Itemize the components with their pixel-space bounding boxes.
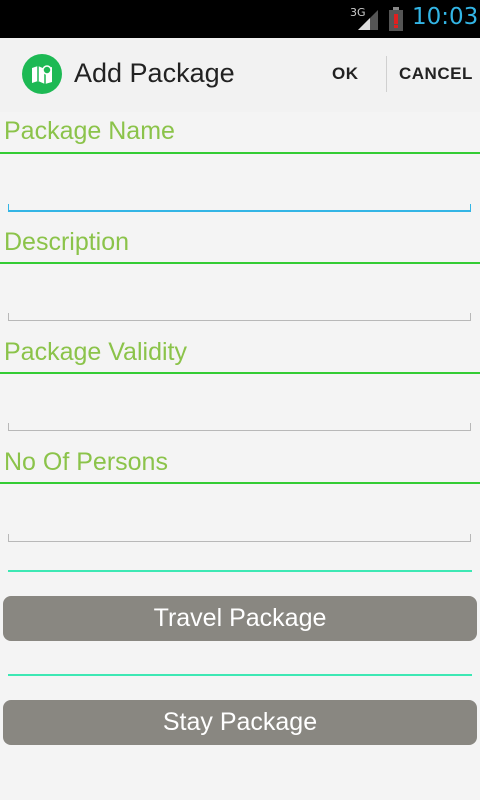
package-name-input[interactable] — [8, 204, 471, 212]
action-bar: Add Package OK CANCEL — [0, 38, 480, 112]
signal-icon — [356, 8, 378, 35]
section-divider — [0, 482, 480, 484]
clock: 10:03 — [412, 4, 479, 30]
cancel-button[interactable]: CANCEL — [399, 64, 473, 84]
description-label: Description — [4, 228, 130, 256]
no-of-persons-label: No Of Persons — [4, 448, 168, 476]
section-divider — [0, 262, 480, 264]
action-divider — [386, 56, 387, 92]
map-icon — [22, 54, 62, 94]
description-input[interactable] — [8, 313, 471, 321]
status-bar: 3G 10:03 — [0, 0, 480, 38]
stay-package-button[interactable]: Stay Package — [3, 700, 477, 745]
section-divider — [0, 152, 480, 154]
no-of-persons-input[interactable] — [8, 534, 471, 542]
package-name-label: Package Name — [4, 117, 175, 145]
separator-line — [8, 674, 472, 676]
package-validity-input[interactable] — [8, 423, 471, 431]
package-validity-label: Package Validity — [4, 338, 187, 366]
separator-line — [8, 570, 472, 572]
page-title: Add Package — [74, 58, 235, 88]
ok-button[interactable]: OK — [332, 64, 359, 84]
section-divider — [0, 372, 480, 374]
travel-package-button[interactable]: Travel Package — [3, 596, 477, 641]
battery-icon — [388, 7, 404, 36]
